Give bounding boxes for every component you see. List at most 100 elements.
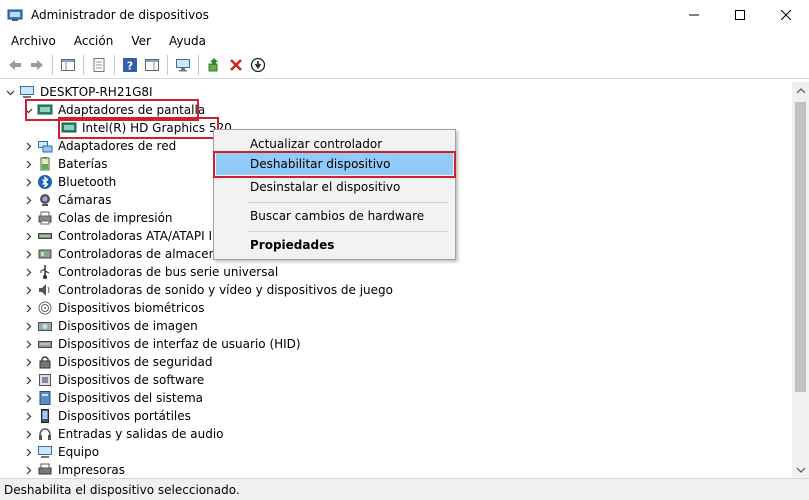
audio-icon — [37, 426, 53, 442]
chevron-right-icon[interactable] — [22, 137, 34, 155]
tree-category[interactable]: Dispositivos de software — [22, 371, 206, 389]
action-pane-button[interactable] — [141, 54, 163, 76]
chevron-right-icon[interactable] — [22, 299, 34, 317]
scan-hardware-button[interactable] — [172, 54, 194, 76]
scroll-up-arrow-icon[interactable] — [792, 82, 809, 99]
tree-category[interactable]: Dispositivos de interfaz de usuario (HID… — [22, 335, 303, 353]
tree-category[interactable]: Dispositivos biométricos — [22, 299, 206, 317]
chevron-right-icon[interactable] — [22, 335, 34, 353]
ctx-propiedades[interactable]: Propiedades — [216, 234, 453, 256]
tree-category[interactable]: Dispositivos de imagen — [22, 317, 200, 335]
scrollbar-thumb[interactable] — [795, 102, 806, 392]
chevron-right-icon[interactable] — [22, 371, 34, 389]
show-hide-console-tree-button[interactable] — [57, 54, 79, 76]
network-icon — [37, 138, 53, 154]
console-tree-icon — [61, 59, 75, 71]
properties-button[interactable] — [88, 54, 110, 76]
chevron-right-icon[interactable] — [22, 443, 34, 461]
tree-category[interactable]: Controladoras de sonido y vídeo y dispos… — [22, 281, 395, 299]
help-icon: ? — [123, 58, 137, 73]
chevron-right-icon[interactable] — [22, 155, 34, 173]
menu-accion[interactable]: Acción — [70, 34, 120, 48]
chevron-right-icon[interactable] — [22, 281, 34, 299]
tree-category[interactable]: Impresoras — [22, 461, 127, 478]
chevron-right-icon[interactable] — [22, 389, 34, 407]
highlight-box-device — [58, 117, 219, 139]
printer-icon — [37, 462, 53, 478]
tree-category[interactable]: Controladoras de bus serie universal — [22, 263, 280, 281]
battery-icon — [37, 156, 53, 172]
tree-category[interactable]: Colas de impresión — [22, 209, 175, 227]
chevron-right-icon[interactable] — [22, 173, 34, 191]
tree-category[interactable]: Baterías — [22, 155, 110, 173]
software-icon — [37, 372, 53, 388]
chevron-right-icon[interactable] — [22, 353, 34, 371]
forward-button[interactable] — [26, 54, 48, 76]
sound-icon — [37, 282, 53, 298]
ctx-buscar-cambios-hardware[interactable]: Buscar cambios de hardware — [216, 205, 453, 227]
update-driver-button[interactable] — [203, 54, 225, 76]
scroll-down-arrow-icon[interactable] — [792, 461, 809, 478]
red-x-icon — [230, 59, 242, 71]
close-button[interactable] — [763, 0, 809, 30]
update-driver-icon — [208, 58, 218, 72]
status-text: Deshabilita el dispositivo seleccionado. — [4, 482, 240, 497]
disable-device-button[interactable] — [247, 54, 269, 76]
svg-text:?: ? — [127, 60, 133, 73]
portable-icon — [37, 408, 53, 424]
storage-icon — [37, 246, 53, 262]
ide-icon — [37, 228, 53, 244]
status-bar: Deshabilita el dispositivo seleccionado. — [0, 478, 809, 500]
chevron-down-icon[interactable] — [4, 83, 16, 101]
uninstall-device-button[interactable] — [225, 54, 247, 76]
minimize-button[interactable] — [671, 0, 717, 30]
minimize-icon — [689, 14, 699, 16]
tree-category[interactable]: Equipo — [22, 443, 101, 461]
chevron-right-icon[interactable] — [22, 407, 34, 425]
system-icon — [37, 390, 53, 406]
menu-ver[interactable]: Ver — [127, 34, 158, 48]
bluetooth-icon — [37, 174, 53, 190]
hid-icon — [37, 336, 53, 352]
tree-category[interactable]: Bluetooth — [22, 173, 118, 191]
help-button[interactable]: ? — [119, 54, 141, 76]
menu-ayuda[interactable]: Ayuda — [165, 34, 213, 48]
maximize-icon — [735, 10, 745, 20]
ctx-desinstalar-dispositivo[interactable]: Desinstalar el dispositivo — [216, 176, 453, 198]
monitor-scan-icon — [176, 59, 190, 72]
tree-category[interactable]: Dispositivos del sistema — [22, 389, 205, 407]
window-title: Administrador de dispositivos — [31, 8, 209, 22]
vertical-scrollbar[interactable] — [792, 82, 809, 478]
computer-icon — [37, 444, 53, 460]
tree-category[interactable]: Adaptadores de red — [22, 137, 178, 155]
security-icon — [37, 354, 53, 370]
title-bar: Administrador de dispositivos — [0, 0, 809, 30]
camera-icon — [37, 192, 53, 208]
action-pane-icon — [145, 59, 159, 71]
tree-category[interactable]: Dispositivos de seguridad — [22, 353, 214, 371]
chevron-right-icon[interactable] — [22, 227, 34, 245]
highlight-box-menu-item — [213, 151, 456, 178]
device-manager-icon — [7, 7, 23, 23]
chevron-right-icon[interactable] — [22, 425, 34, 443]
computer-icon — [19, 84, 35, 100]
context-menu: Actualizar controlador Deshabilitar disp… — [213, 129, 456, 260]
tree-category[interactable]: Cámaras — [22, 191, 113, 209]
back-button[interactable] — [4, 54, 26, 76]
chevron-right-icon[interactable] — [22, 317, 34, 335]
print-queue-icon — [37, 210, 53, 226]
chevron-right-icon[interactable] — [22, 263, 34, 281]
menu-archivo[interactable]: Archivo — [7, 34, 63, 48]
chevron-right-icon[interactable] — [22, 209, 34, 227]
chevron-right-icon[interactable] — [22, 461, 34, 478]
tree-category[interactable]: Dispositivos portátiles — [22, 407, 193, 425]
download-circle-icon — [250, 57, 266, 73]
tree-category[interactable]: Controladoras ATA/ATAPI IDE — [22, 227, 231, 245]
usb-icon — [37, 264, 53, 280]
maximize-button[interactable] — [717, 0, 763, 30]
imaging-icon — [37, 318, 53, 334]
chevron-right-icon[interactable] — [22, 245, 34, 263]
chevron-right-icon[interactable] — [22, 191, 34, 209]
tree-category[interactable]: Entradas y salidas de audio — [22, 425, 226, 443]
forward-arrow-icon — [31, 60, 43, 70]
